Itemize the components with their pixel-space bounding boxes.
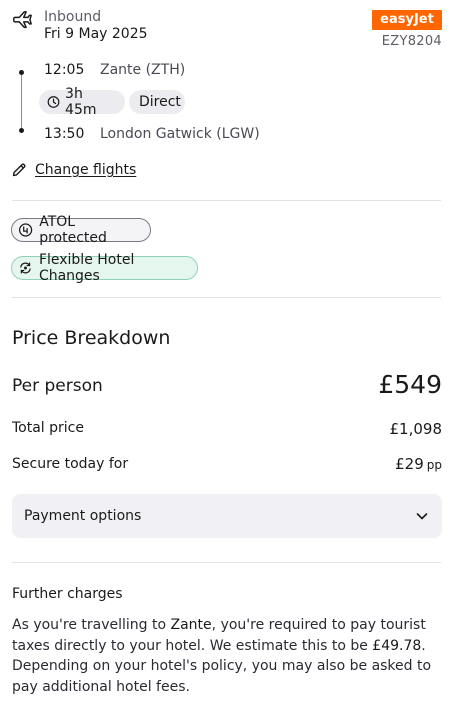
flexible-icon [20,262,31,274]
timeline-line [21,72,22,132]
flight-number: EZY8204 [381,34,442,49]
arrival-airport: London Gatwick (LGW) [100,126,260,142]
plane-icon [11,10,33,32]
change-flights-link[interactable]: Change flights [11,162,136,178]
payment-options-label: Payment options [24,508,142,524]
stops-text: Direct [139,94,181,110]
atol-badge: ATOL protected [11,214,151,246]
flight-direction: Inbound [44,9,102,25]
destination-name: Zante [170,617,212,633]
total-price-value: £1,098 [389,420,443,438]
payment-options-dropdown[interactable]: Payment options [12,494,442,538]
pencil-icon [12,163,26,177]
secure-unit: pp [426,458,442,472]
duration-text: 3h 45m [65,86,97,118]
arrival-time: 13:50 [44,126,85,142]
price-breakdown-title: Price Breakdown [12,327,171,349]
secure-today-label: Secure today for [12,456,129,472]
change-flights-label[interactable]: Change flights [35,162,136,178]
stops-pill: Direct [129,90,185,114]
per-person-label: Per person [12,376,103,396]
arrival-dot [19,128,24,133]
flexible-hotel-label: Flexible Hotel Changes [38,252,135,284]
atol-label: ATOL protected [39,214,107,246]
flexible-hotel-badge: Flexible Hotel Changes [11,252,198,284]
secure-amount: £29 [395,455,424,473]
divider [12,297,441,298]
per-person-price: £549 [378,370,442,399]
atol-icon [18,223,33,237]
secure-today-value: £29 pp [395,455,442,473]
tourist-tax-amount: £49.78 [372,637,422,654]
departure-dot [19,70,24,75]
departure-time: 12:05 [44,62,85,78]
departure-airport: Zante (ZTH) [100,62,186,78]
divider [12,200,441,201]
total-price-label: Total price [12,420,84,436]
divider [12,562,441,563]
flight-date: Fri 9 May 2025 [44,26,148,42]
clock-icon [47,96,60,108]
airline-logo: easyJet [372,10,442,30]
chevron-down-icon [416,513,428,520]
further-charges-title: Further charges [12,586,123,602]
duration-pill: 3h 45m [39,86,125,118]
further-charges-text: As you're travelling to Zante, you're re… [12,617,432,695]
